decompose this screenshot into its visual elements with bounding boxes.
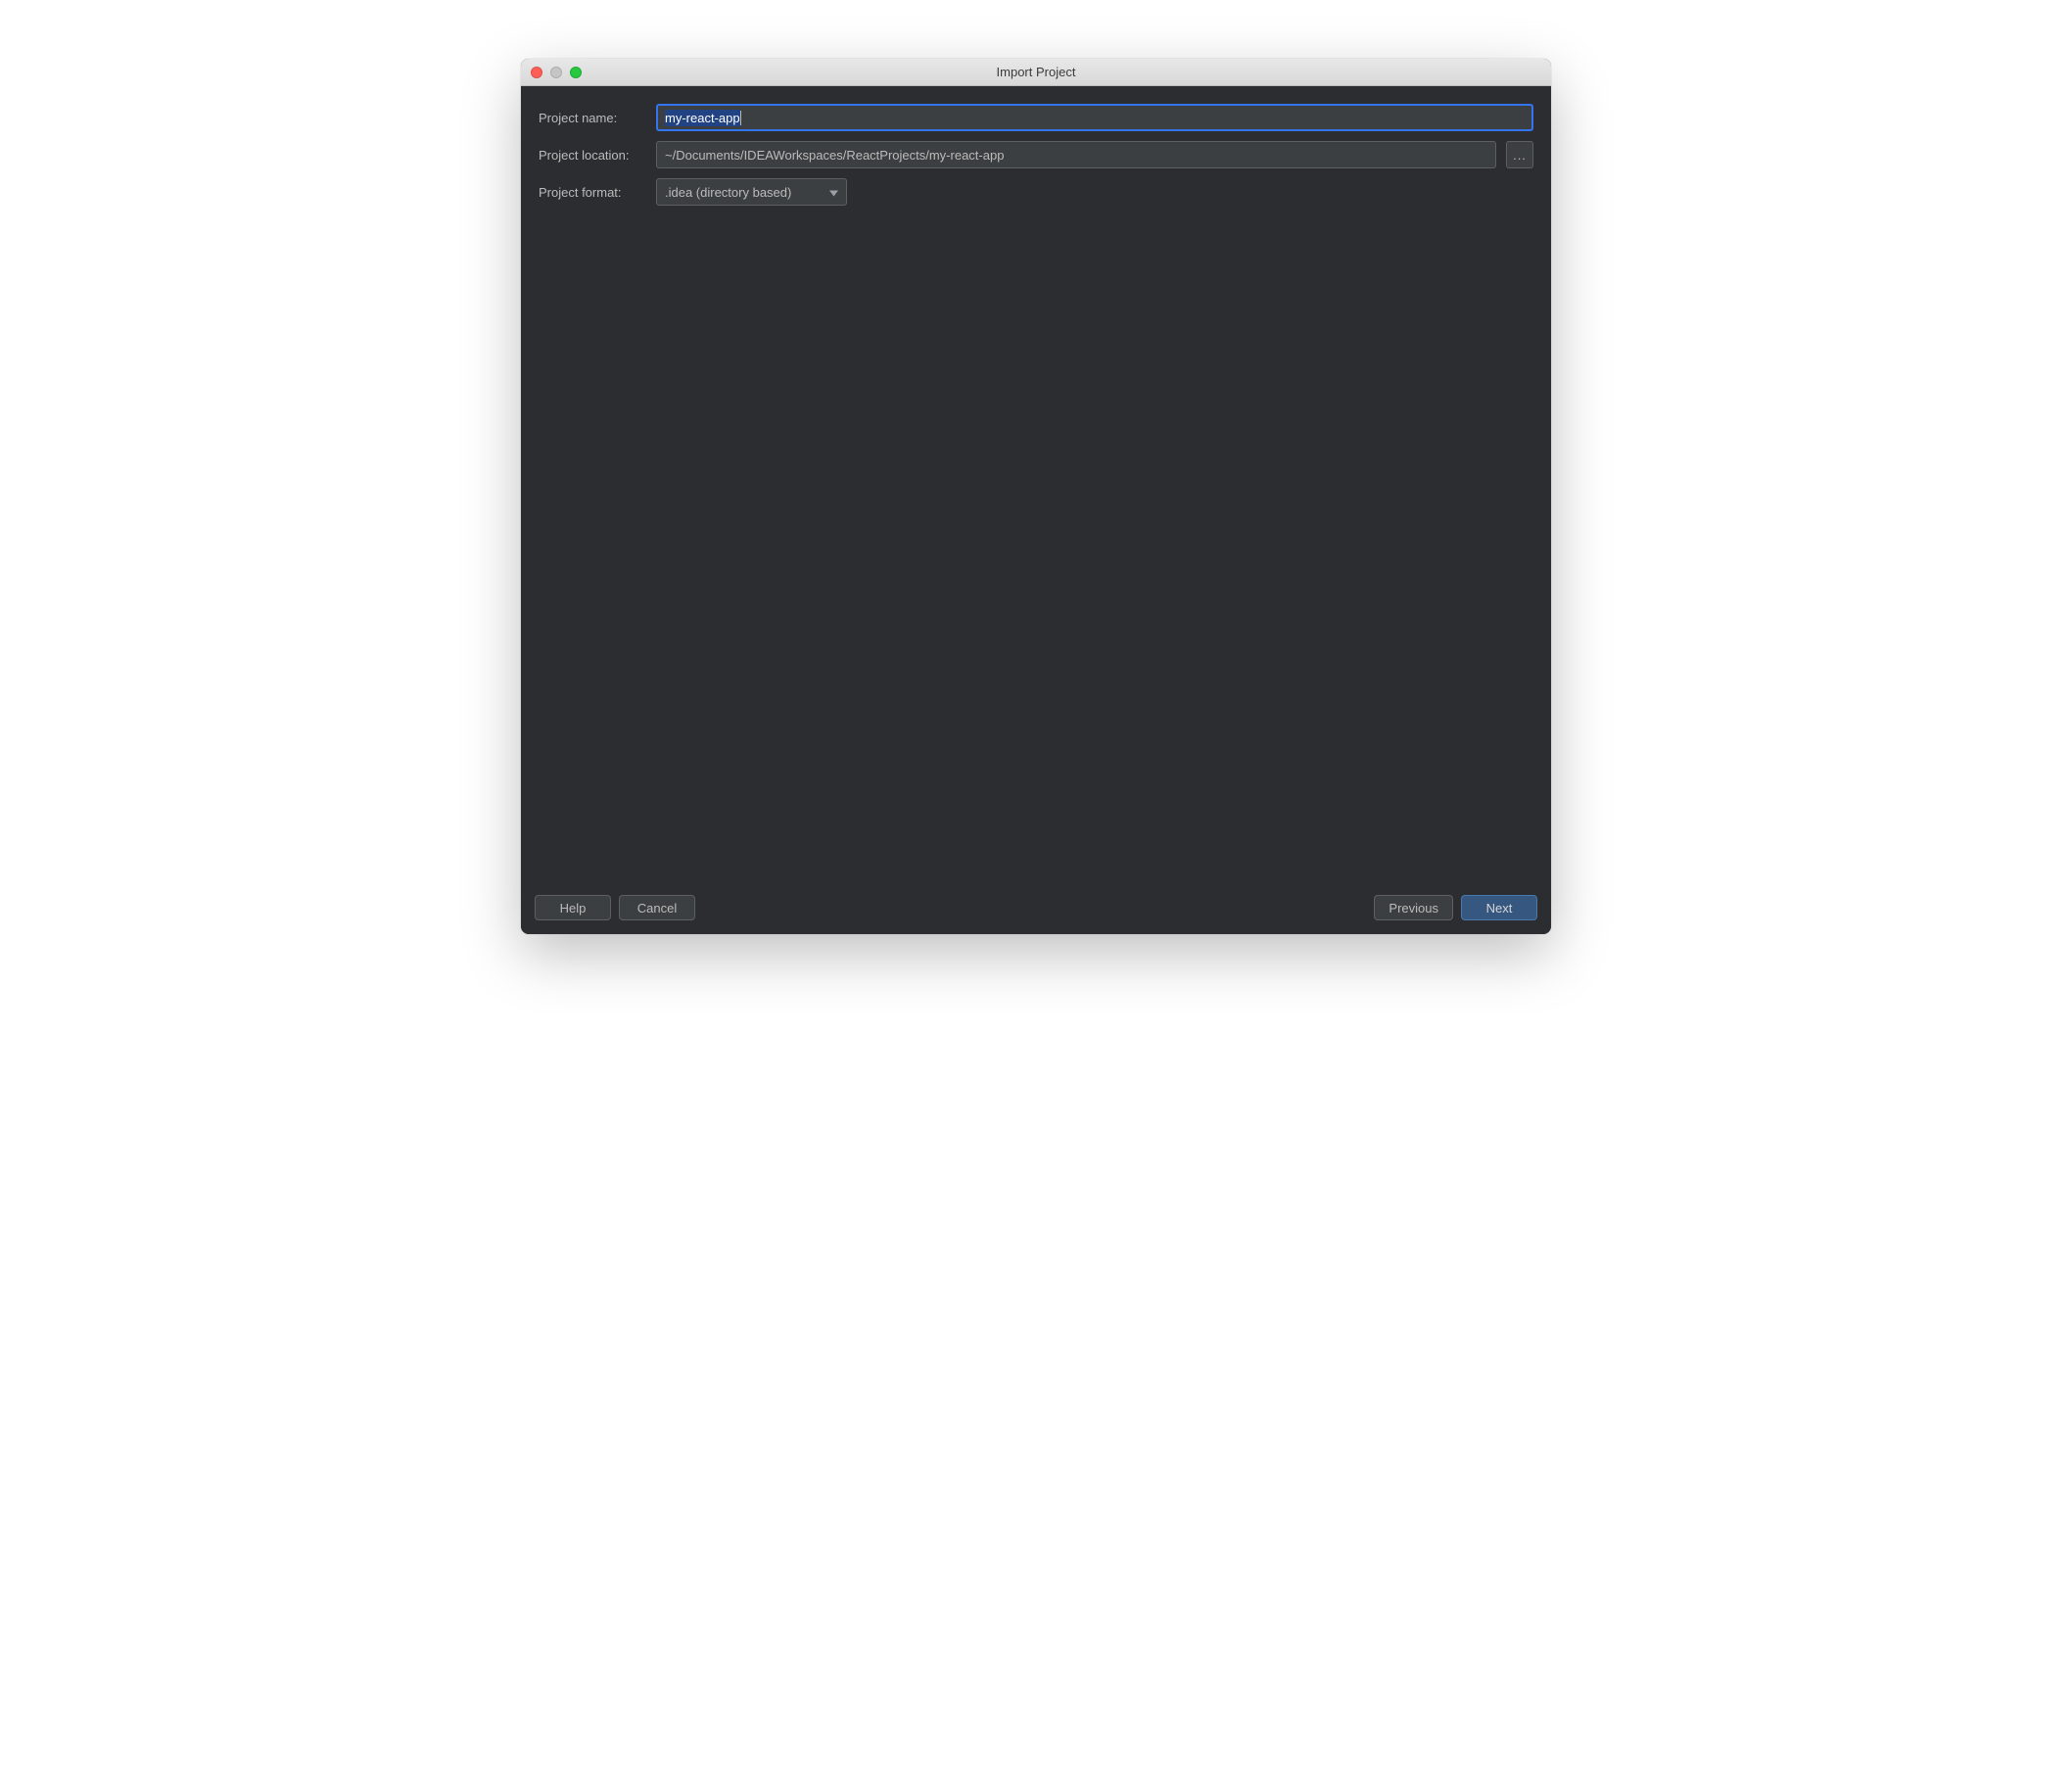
project-format-label: Project format:	[539, 185, 646, 200]
dialog-footer: Help Cancel Previous Next	[531, 887, 1541, 924]
titlebar[interactable]: Import Project	[521, 59, 1551, 86]
text-caret	[740, 111, 741, 125]
dialog-content: Project name: my-react-app Project locat…	[521, 86, 1551, 934]
project-format-select[interactable]: .idea (directory based)	[656, 178, 847, 206]
project-name-label: Project name:	[539, 111, 646, 125]
project-location-row: Project location: ...	[539, 141, 1533, 168]
traffic-lights	[531, 67, 582, 78]
browse-location-button[interactable]: ...	[1506, 141, 1533, 168]
project-name-row: Project name: my-react-app	[539, 104, 1533, 131]
minimize-window-button[interactable]	[550, 67, 562, 78]
project-format-row: Project format: .idea (directory based)	[539, 178, 1533, 206]
footer-left-group: Help Cancel	[535, 895, 695, 920]
next-button[interactable]: Next	[1461, 895, 1537, 920]
window-title: Import Project	[521, 65, 1551, 79]
import-project-window: Import Project Project name: my-react-ap…	[521, 59, 1551, 934]
chevron-down-icon	[829, 185, 838, 200]
close-window-button[interactable]	[531, 67, 542, 78]
project-name-input[interactable]: my-react-app	[656, 104, 1533, 131]
footer-right-group: Previous Next	[1374, 895, 1537, 920]
project-format-selected: .idea (directory based)	[665, 185, 791, 200]
project-location-label: Project location:	[539, 148, 646, 163]
form-area: Project name: my-react-app Project locat…	[531, 96, 1541, 887]
zoom-window-button[interactable]	[570, 67, 582, 78]
project-name-value: my-react-app	[665, 110, 740, 126]
previous-button[interactable]: Previous	[1374, 895, 1453, 920]
cancel-button[interactable]: Cancel	[619, 895, 695, 920]
project-location-input[interactable]	[656, 141, 1496, 168]
help-button[interactable]: Help	[535, 895, 611, 920]
